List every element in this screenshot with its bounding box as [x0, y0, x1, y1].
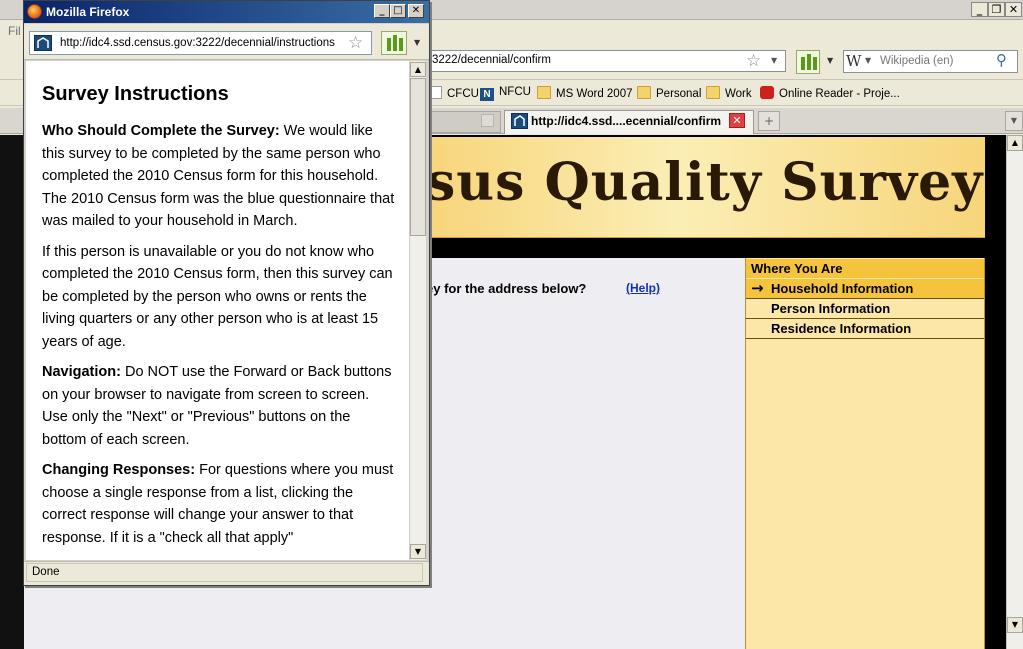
- extension-icon: [387, 35, 403, 51]
- popup-scroll-up-icon[interactable]: ▲: [410, 62, 426, 77]
- popup-minimize-button[interactable]: _: [374, 4, 390, 18]
- new-tab-button[interactable]: +: [758, 111, 780, 131]
- instruction-paragraph: Who Should Complete the Survey: We would…: [42, 120, 397, 233]
- main-scroll-up-icon[interactable]: ▲: [1007, 135, 1023, 151]
- popup-maximize-button[interactable]: □: [390, 4, 406, 18]
- extension-dropdown-icon[interactable]: ▼: [827, 56, 833, 65]
- census-favicon-icon: [34, 35, 52, 51]
- main-scroll-down-icon[interactable]: ▼: [1007, 617, 1023, 633]
- tab-list-dropdown-icon[interactable]: ▼: [1005, 111, 1023, 131]
- instruction-paragraph: Navigation: Do NOT use the Forward or Ba…: [42, 361, 397, 451]
- instruction-paragraph: If this person is unavailable or you do …: [42, 241, 397, 354]
- current-step-arrow-icon: →: [751, 279, 764, 297]
- folder-icon: [706, 86, 720, 99]
- popup-scroll-down-icon[interactable]: ▼: [410, 544, 426, 559]
- extension-button[interactable]: [796, 50, 820, 74]
- firefox-logo-icon: [27, 4, 42, 19]
- popup-title: Mozilla Firefox: [46, 5, 130, 19]
- popup-url-text[interactable]: http://idc4.ssd.census.gov:3222/decennia…: [60, 37, 335, 49]
- instructions-text: Survey Instructions Who Should Complete …: [42, 83, 397, 557]
- popup-scroll-thumb[interactable]: [410, 78, 426, 236]
- tab-close-icon[interactable]: ✕: [729, 113, 745, 128]
- bookmark-cfcu[interactable]: CFCU: [431, 86, 479, 103]
- bookmark-nfcu[interactable]: N NFCU: [480, 86, 531, 103]
- folder-icon: [537, 86, 551, 99]
- folder-icon: [637, 86, 651, 99]
- bookmark-star-icon[interactable]: ☆: [348, 33, 363, 53]
- main-restore-button[interactable]: ❐: [988, 2, 1005, 17]
- instruction-label: Navigation:: [42, 364, 121, 380]
- url-history-dropdown-icon[interactable]: ▼: [771, 56, 777, 65]
- extension-dropdown-icon[interactable]: ▼: [414, 38, 420, 47]
- popup-close-button[interactable]: ✕: [408, 4, 424, 18]
- sidebar-item-label: Residence Information: [771, 321, 912, 336]
- banner-divider: [426, 238, 1006, 258]
- instruction-paragraph: Changing Responses: For questions where …: [42, 459, 397, 549]
- bookmark-personal[interactable]: Personal: [637, 86, 701, 103]
- tab-active-label: http://idc4.ssd....ecennial/confirm: [531, 114, 722, 128]
- banner-title: sus Quality Survey: [426, 152, 984, 213]
- sidebar-item-label: Person Information: [771, 301, 891, 316]
- tab-inactive-close-icon[interactable]: [481, 114, 494, 127]
- sidebar-item-residence-information: Residence Information: [746, 319, 984, 339]
- bookmark-work[interactable]: Work: [706, 86, 752, 103]
- search-engine-dropdown-icon[interactable]: ▼: [865, 56, 871, 65]
- popup-status-panel: [26, 563, 423, 582]
- search-input[interactable]: Wikipedia (en): [880, 55, 954, 67]
- sidebar-item-household-information: → Household Information: [746, 279, 984, 299]
- bookmark-star-icon[interactable]: ☆: [746, 51, 761, 71]
- main-minimize-button[interactable]: _: [971, 2, 988, 17]
- reader-icon: [760, 86, 774, 99]
- instructions-heading: Survey Instructions: [42, 83, 229, 105]
- instruction-label: Changing Responses:: [42, 462, 196, 478]
- census-favicon-icon: [511, 113, 528, 129]
- popup-status-text: Done: [32, 566, 60, 578]
- instruction-label: Who Should Complete the Survey:: [42, 123, 280, 139]
- question-text: ey for the address below?: [426, 281, 587, 296]
- instructions-content: Survey Instructions Who Should Complete …: [26, 61, 409, 560]
- instruction-body: If this person is unavailable or you do …: [42, 243, 393, 350]
- bookmark-ms-word-2007[interactable]: MS Word 2007: [537, 86, 633, 103]
- page-icon: [431, 86, 442, 99]
- page-left-margin: [0, 135, 24, 649]
- bookmark-online-reader[interactable]: Online Reader - Proje...: [760, 86, 900, 103]
- extension-icon: [801, 54, 817, 70]
- menu-file[interactable]: Fil: [8, 24, 21, 38]
- sidebar-item-label: Household Information: [771, 281, 914, 296]
- search-icon[interactable]: ⚲: [996, 51, 1007, 69]
- sidebar-item-person-information: Person Information: [746, 299, 984, 319]
- help-link[interactable]: (Help): [626, 281, 660, 295]
- n-icon: N: [480, 88, 494, 101]
- sidebar-header: Where You Are: [746, 259, 984, 278]
- main-vertical-scrollbar[interactable]: [1006, 135, 1023, 649]
- main-url-text[interactable]: 3222/decennial/confirm: [432, 54, 551, 66]
- main-close-button[interactable]: ✕: [1005, 2, 1022, 17]
- extension-button[interactable]: [381, 31, 407, 55]
